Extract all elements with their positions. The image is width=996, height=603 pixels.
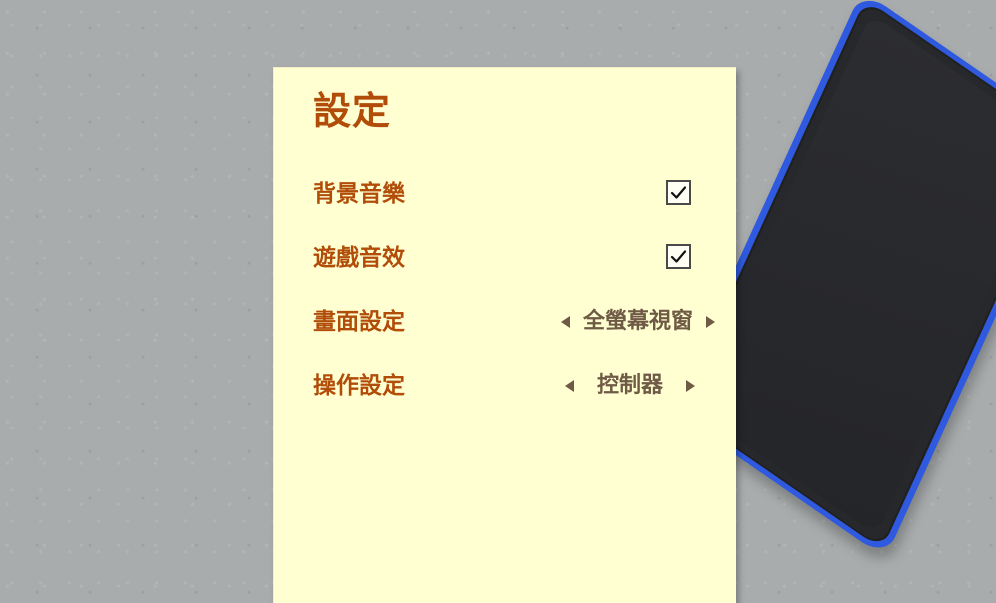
- display-mode-next-button[interactable]: [701, 313, 719, 331]
- settings-panel: 設定 背景音樂 遊戲音效 畫面設定 全螢幕視窗 操作設定 控制器: [273, 67, 736, 603]
- display-mode-value: 全螢幕視窗: [582, 309, 693, 334]
- control-mode-previous-button[interactable]: [561, 377, 579, 395]
- setting-label-display: 畫面設定: [313, 309, 405, 335]
- settings-row-display: 畫面設定 全螢幕視窗: [313, 304, 727, 340]
- control-mode-value: 控制器: [596, 373, 663, 398]
- setting-label-game-sound: 遊戲音效: [313, 245, 405, 271]
- display-mode-previous-button[interactable]: [557, 313, 575, 331]
- left-triangle-icon: [560, 316, 570, 328]
- control-mode-next-button[interactable]: [681, 377, 699, 395]
- check-icon: [670, 250, 687, 263]
- left-triangle-icon: [564, 380, 574, 392]
- settings-row-game-sound: 遊戲音效: [313, 240, 727, 276]
- settings-row-background-music: 背景音樂: [313, 176, 727, 212]
- control-mode-selector: 控制器: [561, 370, 699, 402]
- right-triangle-icon: [706, 316, 715, 328]
- check-icon: [670, 186, 687, 199]
- right-triangle-icon: [686, 380, 695, 392]
- settings-row-controls: 操作設定 控制器: [313, 368, 727, 404]
- settings-title: 設定: [313, 89, 392, 133]
- setting-label-controls: 操作設定: [313, 373, 405, 399]
- display-mode-selector: 全螢幕視窗: [557, 306, 719, 338]
- game-sound-checkbox[interactable]: [666, 244, 691, 269]
- setting-label-background-music: 背景音樂: [313, 181, 405, 207]
- background-music-checkbox[interactable]: [666, 180, 691, 205]
